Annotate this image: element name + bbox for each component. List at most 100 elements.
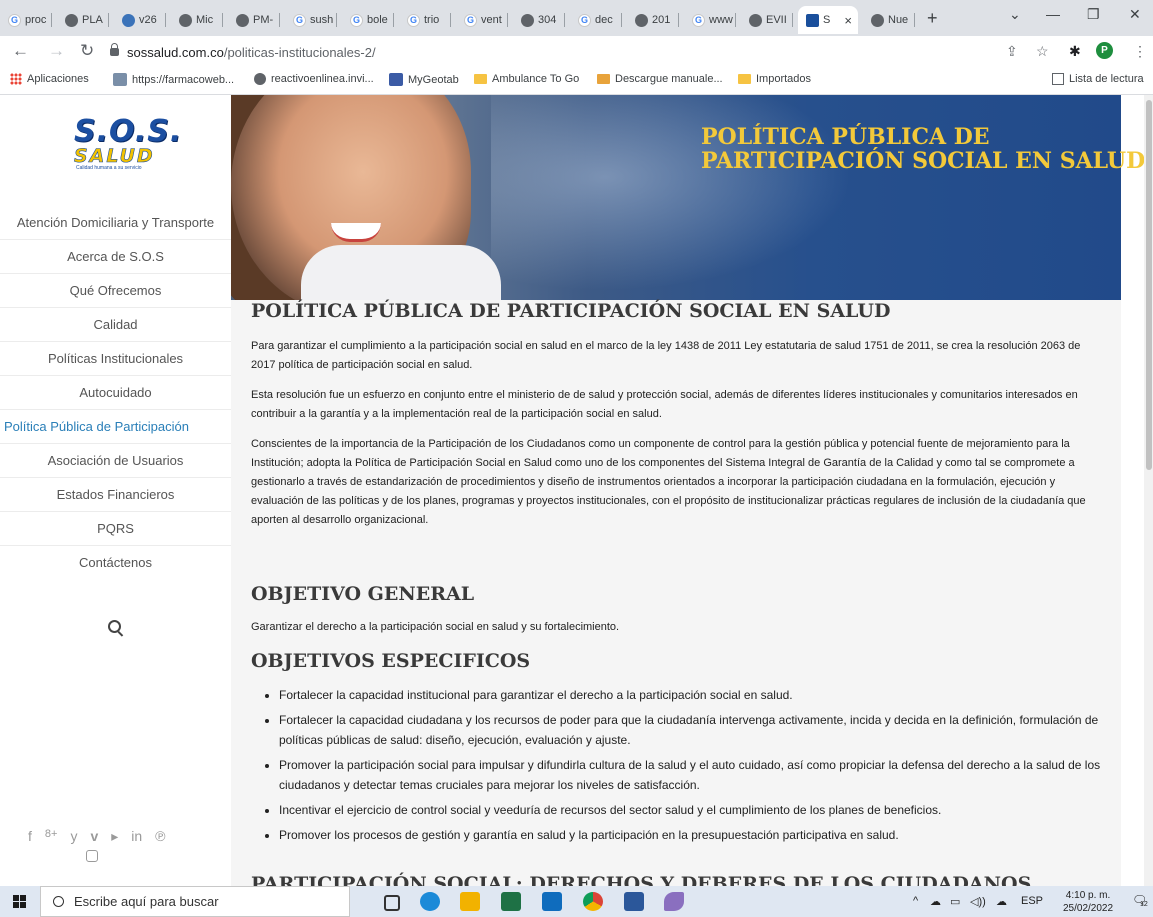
vimeo-icon[interactable]: v xyxy=(90,828,98,845)
tab-title: EVII xyxy=(766,14,787,26)
specific-objectives-heading: OBJETIVOS ESPECIFICOS xyxy=(251,650,531,672)
menu-item[interactable]: Qué Ofrecemos xyxy=(0,273,231,307)
bookmark-label: Descargue manuale... xyxy=(615,73,723,85)
tab-favicon-icon xyxy=(122,13,135,27)
new-tab-button[interactable]: + xyxy=(927,8,938,29)
tray-chevron-icon[interactable]: ^ xyxy=(913,895,918,907)
minimize-icon[interactable]: — xyxy=(1046,6,1060,22)
resolution-paragraph: Esta resolución fue un esfuerzo en conju… xyxy=(251,389,1078,420)
google-plus-icon[interactable]: 8+ xyxy=(45,828,58,845)
browser-tab[interactable]: Gbole xyxy=(342,6,394,34)
browser-tab[interactable]: Gwww xyxy=(684,6,736,34)
bookmark-label: Importados xyxy=(756,73,812,85)
menu-item[interactable]: Estados Financieros xyxy=(0,477,231,511)
tab-separator xyxy=(914,13,915,27)
back-icon[interactable]: ← xyxy=(12,41,29,61)
facebook-icon[interactable]: f xyxy=(28,828,32,845)
task-view-icon[interactable] xyxy=(384,895,400,911)
language-indicator[interactable]: ESP xyxy=(1021,895,1043,907)
youtube-icon[interactable]: ▸ xyxy=(111,828,118,845)
globe-icon xyxy=(254,73,266,85)
browser-tab[interactable]: v26 xyxy=(114,6,166,34)
tab-title: PM- xyxy=(253,14,274,26)
reading-list[interactable]: Lista de lectura xyxy=(1052,73,1144,85)
browser-tab[interactable]: EVII xyxy=(741,6,793,34)
browser-tab[interactable]: PLA xyxy=(57,6,109,34)
bookmark-apps[interactable]: Aplicaciones xyxy=(10,73,89,85)
taskbar-search[interactable]: Escribe aquí para buscar xyxy=(40,886,350,917)
browser-tab[interactable]: Gtrio xyxy=(399,6,451,34)
restore-icon[interactable]: ❐ xyxy=(1087,6,1100,23)
edge-icon[interactable] xyxy=(420,892,440,911)
reload-icon[interactable]: ↻ xyxy=(80,41,94,61)
bookmark-descargue[interactable]: Descargue manuale... xyxy=(597,73,723,85)
browser-tab[interactable]: Nue xyxy=(863,6,915,34)
network-icon[interactable]: ▭ xyxy=(950,895,960,908)
bookmark-ambulance[interactable]: Ambulance To Go xyxy=(474,73,579,85)
menu-item[interactable]: Atención Domiciliaria y Transporte xyxy=(0,205,231,239)
chevron-down-icon[interactable]: ⌄ xyxy=(1009,6,1021,23)
close-window-icon[interactable]: ✕ xyxy=(1129,6,1141,23)
general-objective-heading: OBJETIVO GENERAL xyxy=(251,583,475,605)
browser-tab[interactable]: Gsush xyxy=(285,6,337,34)
pinterest-icon[interactable]: ℗ xyxy=(155,828,165,845)
site-sidebar: S.O.S. SALUD Calidad humana a su servici… xyxy=(0,95,231,886)
bookmark-mygeotab[interactable]: MyGeotab xyxy=(389,73,459,86)
menu-item[interactable]: Políticas Institucionales xyxy=(0,341,231,375)
menu-item[interactable]: Asociación de Usuarios xyxy=(0,443,231,477)
tab-title: proc xyxy=(25,14,47,26)
menu-item[interactable]: Acerca de S.O.S xyxy=(0,239,231,273)
paint-icon[interactable] xyxy=(664,892,684,911)
menu-item[interactable]: Calidad xyxy=(0,307,231,341)
tab-favicon-icon: G xyxy=(293,13,306,27)
profile-avatar[interactable]: P xyxy=(1096,42,1113,59)
windows-start-icon[interactable] xyxy=(13,895,26,908)
close-tab-icon[interactable]: × xyxy=(844,13,852,28)
tab-title: sush xyxy=(310,14,334,26)
bookmark-importados[interactable]: Importados xyxy=(738,73,811,85)
volume-icon[interactable]: ◁)) xyxy=(970,895,986,908)
tab-favicon-icon: G xyxy=(578,13,591,27)
tab-separator xyxy=(279,13,280,27)
bookmark-reactivoenlinea[interactable]: reactivoenlinea.invi... xyxy=(254,73,374,85)
share-icon[interactable]: ⇪ xyxy=(1006,43,1018,60)
browser-tab[interactable]: Mic xyxy=(171,6,223,34)
linkedin-icon[interactable]: in xyxy=(131,828,142,845)
cloud-icon[interactable]: ☁ xyxy=(930,895,941,908)
browser-tab[interactable]: PM- xyxy=(228,6,280,34)
extensions-icon[interactable]: ✱ xyxy=(1069,43,1081,60)
browser-tab[interactable]: Gdec xyxy=(570,6,622,34)
bookmark-farmacoweb[interactable]: https://farmacoweb... xyxy=(113,73,234,86)
twitter-icon[interactable]: y xyxy=(70,828,77,845)
browser-tab[interactable]: S × xyxy=(798,6,858,34)
tab-title: dec xyxy=(595,14,613,26)
star-icon[interactable]: ☆ xyxy=(1036,43,1049,60)
menu-kebab-icon[interactable]: ⋮ xyxy=(1133,43,1147,60)
menu-item[interactable]: PQRS xyxy=(0,511,231,545)
chrome-icon[interactable] xyxy=(583,892,603,911)
menu-item[interactable]: Autocuidado xyxy=(0,375,231,409)
address-bar[interactable]: sossalud.com.co/politicas-institucionale… xyxy=(110,40,960,64)
browser-tab[interactable]: Gproc xyxy=(0,6,52,34)
browser-tab[interactable]: Gvent xyxy=(456,6,508,34)
clock-date: 25/02/2022 xyxy=(1063,903,1114,914)
browser-tab[interactable]: 201 xyxy=(627,6,679,34)
tab-favicon-icon xyxy=(236,13,249,27)
tab-separator xyxy=(222,13,223,27)
onedrive-icon[interactable]: ☁ xyxy=(996,895,1007,908)
file-explorer-icon[interactable] xyxy=(460,892,480,911)
search-icon[interactable] xyxy=(108,620,121,633)
browser-tab[interactable]: 304 xyxy=(513,6,565,34)
outlook-icon[interactable] xyxy=(542,892,562,911)
menu-item[interactable]: Política Pública de Participación xyxy=(0,409,231,443)
menu-item[interactable]: Contáctenos xyxy=(0,545,231,579)
sos-salud-logo[interactable]: S.O.S. SALUD Calidad humana a su servici… xyxy=(74,117,182,179)
taskbar-clock[interactable]: 4:10 p. m. 25/02/2022 xyxy=(1063,889,1113,915)
tab-favicon-icon xyxy=(65,13,78,27)
instagram-icon[interactable] xyxy=(86,850,98,862)
word-icon[interactable] xyxy=(624,892,644,911)
scrollbar-thumb[interactable] xyxy=(1146,100,1152,470)
forward-icon[interactable]: → xyxy=(48,41,65,61)
excel-icon[interactable] xyxy=(501,892,521,911)
lock-icon xyxy=(110,43,119,56)
